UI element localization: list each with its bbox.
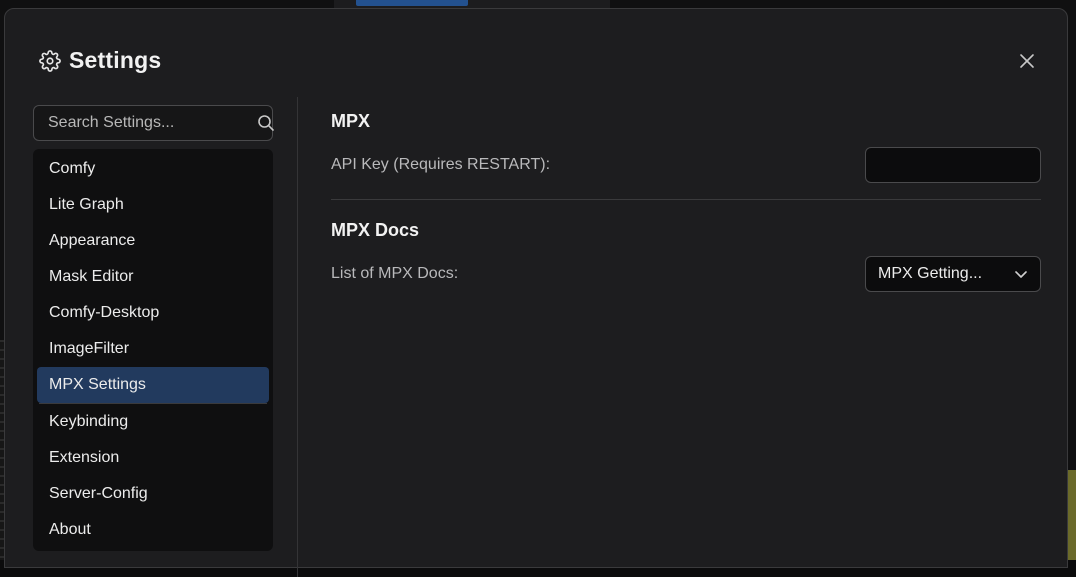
section-title-mpx: MPX [331,109,1041,133]
settings-category-list: Comfy Lite Graph Appearance Mask Editor … [33,149,273,551]
sidebar-item-label: About [49,521,91,539]
search-input[interactable] [46,113,257,133]
sidebar-item-server-config[interactable]: Server-Config [37,476,269,512]
sidebar-item-label: Extension [49,449,119,467]
sidebar-item-label: Server-Config [49,485,148,503]
sidebar-item-about[interactable]: About [37,512,269,548]
api-key-input[interactable] [865,147,1041,183]
sidebar-item-imagefilter[interactable]: ImageFilter [37,331,269,367]
chevron-down-icon [1014,267,1028,281]
close-button[interactable] [1017,53,1037,73]
background-run-button [356,0,468,6]
dialog-header: Settings [39,47,161,74]
background-node-edge [1068,470,1076,560]
sidebar-item-label: MPX Settings [49,376,146,394]
sidebar-item-comfy-desktop[interactable]: Comfy-Desktop [37,295,269,331]
sidebar-item-appearance[interactable]: Appearance [37,223,269,259]
sidebar-item-extension[interactable]: Extension [37,440,269,476]
section-divider [331,199,1041,200]
settings-content: MPX API Key (Requires RESTART): MPX Docs… [331,109,1041,292]
section-title-mpx-docs: MPX Docs [331,218,1041,242]
gear-icon [39,50,61,72]
setting-row-mpx-docs: List of MPX Docs: MPX Getting... [331,256,1041,292]
search-box [33,105,273,141]
dialog-title: Settings [69,47,161,74]
mpx-docs-label: List of MPX Docs: [331,265,458,283]
sidebar-item-mask-editor[interactable]: Mask Editor [37,259,269,295]
setting-row-api-key: API Key (Requires RESTART): [331,147,1041,183]
sidebar-item-lite-graph[interactable]: Lite Graph [37,187,269,223]
sidebar-item-label: Comfy-Desktop [49,304,159,322]
sidebar-item-label: Keybinding [49,413,128,431]
panel-divider [297,97,298,577]
mpx-docs-dropdown[interactable]: MPX Getting... [865,256,1041,292]
api-key-label: API Key (Requires RESTART): [331,156,550,174]
sidebar-item-mpx-settings[interactable]: MPX Settings [37,367,269,403]
sidebar-item-label: Lite Graph [49,196,124,214]
search-icon [257,114,275,132]
sidebar-item-comfy[interactable]: Comfy [37,151,269,187]
sidebar-item-label: ImageFilter [49,340,129,358]
close-icon [1019,53,1035,74]
settings-dialog: Settings Comfy Lite Graph Appearance [4,8,1068,568]
dropdown-selected-value: MPX Getting... [878,265,982,283]
sidebar-item-label: Appearance [49,232,135,250]
sidebar-item-label: Mask Editor [49,268,133,286]
sidebar-item-label: Comfy [49,160,95,178]
sidebar-item-keybinding[interactable]: Keybinding [37,404,269,440]
